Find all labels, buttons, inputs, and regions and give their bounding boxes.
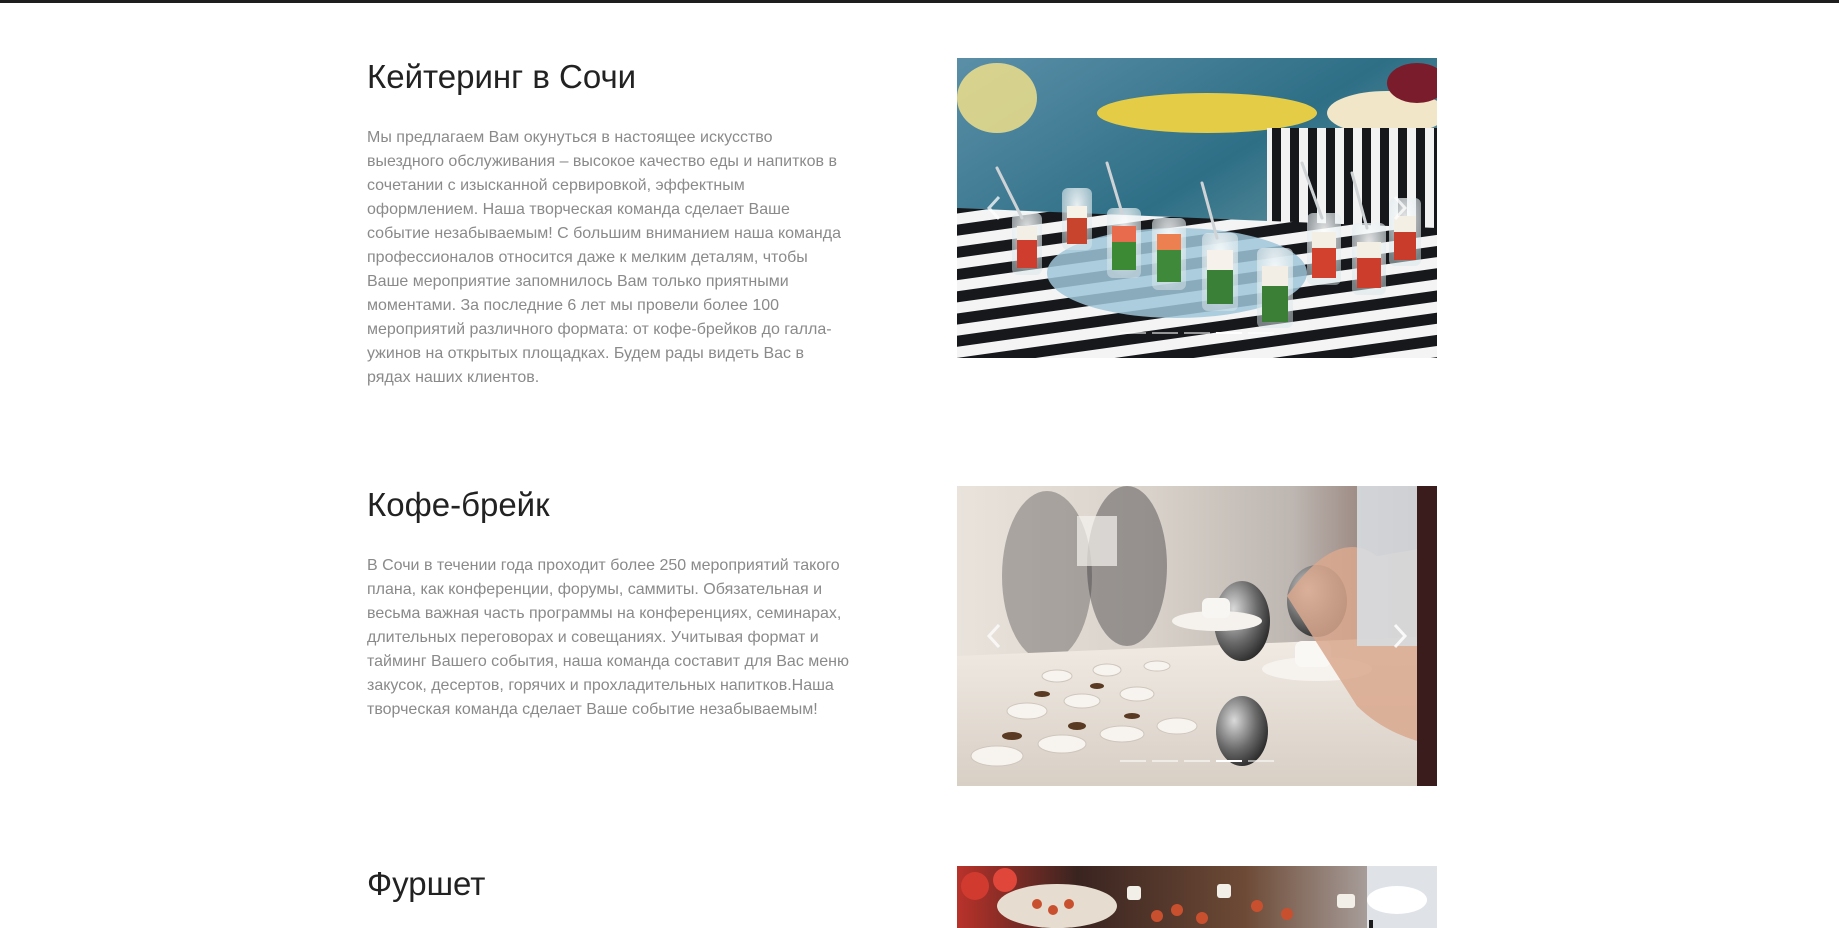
slider-prev-button[interactable] [977,188,1011,228]
chevron-right-icon [1393,195,1408,221]
slide-image-coffee-service [957,486,1437,786]
slide-image-buffet [957,866,1437,928]
slide-image-catering-glasses [957,58,1437,358]
chevron-right-icon [1393,623,1408,649]
slider-dot[interactable] [1248,760,1274,762]
slider-dot[interactable] [1120,332,1146,334]
slider-prev-button[interactable] [977,616,1011,656]
slider-dot-active[interactable] [1216,760,1242,762]
top-border [0,0,1839,3]
section-description: В Сочи в течении года проходит более 250… [367,557,850,718]
chevron-left-icon [986,195,1001,221]
slider-dot[interactable] [1152,760,1178,762]
slider-dot[interactable] [1248,332,1274,334]
section-title: Кейтеринг в Сочи [367,58,637,95]
section-title: Кофе-брейк [367,486,550,523]
section-description: Мы предлагаем Вам окунуться в настоящее … [367,129,841,386]
chevron-left-icon [986,623,1001,649]
image-slider[interactable] [957,58,1437,358]
image-slider[interactable] [957,486,1437,786]
slider-next-button[interactable] [1383,188,1417,228]
section-title: Фуршет [367,865,486,902]
image-slider[interactable] [957,866,1437,928]
slider-dot[interactable] [1120,760,1146,762]
slider-dot[interactable] [1184,332,1210,334]
slider-dot[interactable] [1152,332,1178,334]
slider-next-button[interactable] [1383,616,1417,656]
slider-dot-active[interactable] [1216,332,1242,334]
slider-dot[interactable] [1184,760,1210,762]
slider-pagination [957,760,1437,762]
slider-pagination [957,332,1437,334]
